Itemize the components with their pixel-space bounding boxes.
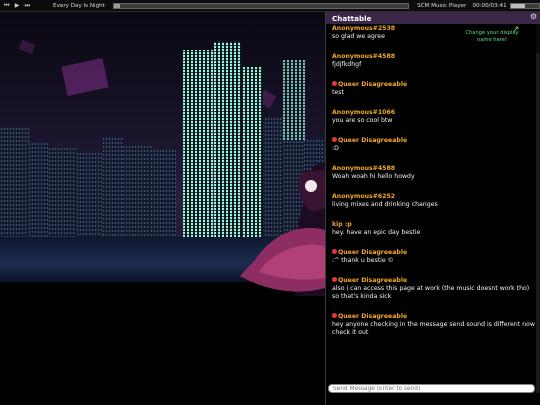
tower bbox=[183, 50, 213, 237]
message-text: Woah woah hi hello howdy bbox=[332, 173, 415, 180]
music-player-bar: ⏮ ▶ ⏭ Every Day Is Night SCM Music Playe… bbox=[0, 0, 540, 12]
message-text: test bbox=[332, 89, 344, 96]
message-author[interactable]: Anonymous#4588 bbox=[332, 53, 535, 61]
message-author[interactable]: Queer Disagreeable bbox=[332, 137, 535, 145]
verified-badge-icon bbox=[332, 249, 337, 254]
chat-message: Anonymous#4588 Woah woah hi hello howdy bbox=[332, 165, 535, 181]
message-author[interactable]: Queer Disagreeable bbox=[332, 313, 535, 321]
message-author[interactable]: Anonymous#2538 bbox=[332, 25, 535, 33]
message-author-name: Queer Disagreeable bbox=[338, 81, 408, 88]
message-author-name: Anonymous#4588 bbox=[332, 53, 396, 60]
building bbox=[102, 137, 124, 237]
message-text: :^ thank u bestie © bbox=[332, 257, 394, 264]
ground bbox=[0, 282, 325, 405]
message-text: fjdjfkdhgf bbox=[332, 61, 362, 68]
skip-back-icon[interactable]: ⏮ bbox=[3, 2, 10, 10]
seek-bar[interactable] bbox=[113, 2, 410, 9]
building bbox=[122, 145, 152, 237]
message-author-name: kip :p bbox=[332, 221, 352, 228]
message-list: Anonymous#2538 so glad we agree Anonymous#… bbox=[326, 25, 535, 393]
background-cityscape bbox=[0, 12, 325, 405]
chat-message: Anonymous#2538 so glad we agree bbox=[332, 25, 535, 41]
chat-message: Anonymous#1066 you are so cool btw bbox=[332, 109, 535, 125]
building bbox=[48, 147, 78, 237]
message-author[interactable]: Queer Disagreeable bbox=[332, 249, 535, 257]
chat-scrollbar[interactable] bbox=[536, 25, 540, 393]
chat-message: Queer Disagreeable:^ thank u bestie © bbox=[332, 249, 535, 265]
verified-badge-icon bbox=[332, 81, 337, 86]
chat-message: kip :p hey. have an epic day bestie bbox=[332, 221, 535, 237]
chat-message: Queer Disagreeable hey anyone checking in… bbox=[332, 313, 535, 337]
message-author-name: Queer Disagreeable bbox=[338, 277, 408, 284]
chat-title: Chattable bbox=[332, 13, 372, 23]
message-input[interactable] bbox=[328, 384, 535, 393]
message-text: hey. have an epic day bestie bbox=[332, 229, 421, 236]
track-time: 00:00/03:41 bbox=[472, 2, 507, 9]
message-author-name: Anonymous#6252 bbox=[332, 193, 396, 200]
building bbox=[28, 142, 50, 237]
message-text: hey anyone checking in the message send … bbox=[332, 321, 535, 336]
chat-message: Queer Disagreeable test bbox=[332, 81, 535, 97]
message-text: also i can access this page at work (the… bbox=[332, 285, 530, 300]
message-author[interactable]: Anonymous#4588 bbox=[332, 165, 535, 173]
track-title: Every Day Is Night bbox=[53, 2, 105, 9]
seek-bar-progress bbox=[114, 3, 121, 8]
chat-message: Anonymous#4588 fjdjfkdhgf bbox=[332, 53, 535, 69]
building bbox=[76, 152, 104, 237]
message-author-name: Queer Disagreeable bbox=[338, 137, 408, 144]
message-text: you are so cool btw bbox=[332, 117, 393, 124]
chat-header: Chattable ⚙ bbox=[326, 12, 540, 24]
verified-badge-icon bbox=[332, 137, 337, 142]
message-author[interactable]: Queer Disagreeable bbox=[332, 81, 535, 89]
volume-slider[interactable] bbox=[510, 2, 540, 9]
message-author-name: Anonymous#2538 bbox=[332, 25, 396, 32]
building bbox=[150, 149, 176, 237]
chat-message: Queer Disagreeable:D bbox=[332, 137, 535, 153]
chat-message: Queer Disagreeable also i can access this… bbox=[332, 277, 535, 301]
message-text: so glad we agree bbox=[332, 33, 385, 40]
message-author-name: Anonymous#4588 bbox=[332, 165, 396, 172]
tower bbox=[283, 60, 305, 140]
message-text: :D bbox=[332, 145, 339, 152]
play-icon[interactable]: ▶ bbox=[13, 2, 20, 9]
gear-icon[interactable]: ⚙ bbox=[530, 12, 537, 21]
skip-forward-icon[interactable]: ⏭ bbox=[24, 2, 31, 10]
character-figure bbox=[240, 162, 325, 296]
message-author-name: Queer Disagreeable bbox=[338, 249, 408, 256]
chat-message: Anonymous#6252 living mixes and drinking … bbox=[332, 193, 535, 209]
message-text: living mixes and drinking changes bbox=[332, 201, 438, 208]
message-author-name: Anonymous#1066 bbox=[332, 109, 396, 116]
message-author-name: Queer Disagreeable bbox=[338, 313, 408, 320]
message-author[interactable]: Anonymous#1066 bbox=[332, 109, 535, 117]
chat-panel: Chattable ⚙ Change your display name her… bbox=[325, 12, 540, 405]
player-name: SCM Music Player bbox=[417, 2, 467, 9]
message-author[interactable]: Queer Disagreeable bbox=[332, 277, 535, 285]
message-author[interactable]: kip :p bbox=[332, 221, 535, 229]
volume-level bbox=[511, 3, 526, 8]
message-author[interactable]: Anonymous#6252 bbox=[332, 193, 535, 201]
verified-badge-icon bbox=[332, 313, 337, 318]
building bbox=[0, 127, 30, 237]
verified-badge-icon bbox=[332, 277, 337, 282]
scrollbar-thumb[interactable] bbox=[536, 53, 540, 393]
